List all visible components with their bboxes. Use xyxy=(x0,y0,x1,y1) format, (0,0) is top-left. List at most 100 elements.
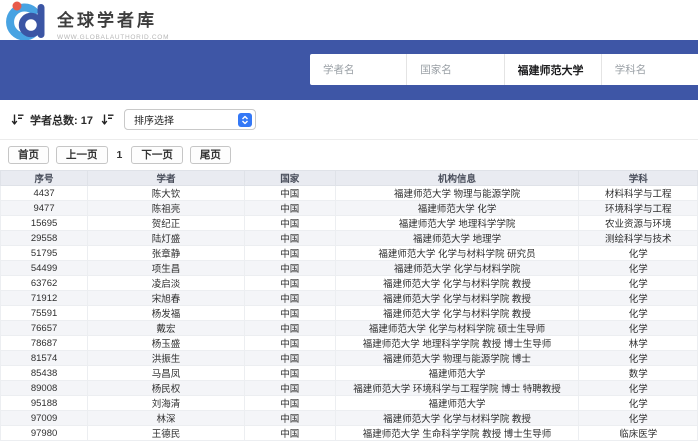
header-id: 序号 xyxy=(1,171,88,186)
cell-country: 中国 xyxy=(244,411,335,426)
cell-scholar: 凌启淡 xyxy=(88,276,245,291)
cell-country: 中国 xyxy=(244,216,335,231)
cell-id: 54499 xyxy=(1,261,88,276)
cell-country: 中国 xyxy=(244,276,335,291)
table-row[interactable]: 54499项生昌中国福建师范大学 化学与材料学院化学 xyxy=(1,261,698,276)
cell-discipline: 材料科学与工程 xyxy=(579,186,698,201)
prev-page-button[interactable]: 上一页 xyxy=(56,146,108,165)
search-bar xyxy=(310,54,698,85)
main-nav-band xyxy=(0,40,698,100)
cell-discipline: 化学 xyxy=(579,411,698,426)
first-page-button[interactable]: 首页 xyxy=(8,146,49,165)
cell-discipline: 临床医学 xyxy=(579,426,698,441)
cell-country: 中国 xyxy=(244,306,335,321)
cell-id: 76657 xyxy=(1,321,88,336)
scholar-name-field-wrap xyxy=(310,54,406,85)
table-row[interactable]: 9477陈祖亮中国福建师范大学 化学环境科学与工程 xyxy=(1,201,698,216)
scholar-table-body: 4437陈大钦中国福建师范大学 物理与能源学院材料科学与工程9477陈祖亮中国福… xyxy=(1,186,698,441)
sort-select-value: 排序选择 xyxy=(134,112,174,127)
cell-scholar: 项生昌 xyxy=(88,261,245,276)
table-row[interactable]: 29558陆灯盛中国福建师范大学 地理学测绘科学与技术 xyxy=(1,231,698,246)
cell-institution: 福建师范大学 物理与能源学院 博士 xyxy=(335,351,579,366)
cell-institution: 福建师范大学 化学与材料学院 教授 xyxy=(335,291,579,306)
table-row[interactable]: 51795张章静中国福建师范大学 化学与材料学院 研究员化学 xyxy=(1,246,698,261)
select-stepper-icon xyxy=(238,113,252,127)
table-row[interactable]: 89008杨民权中国福建师范大学 环境科学与工程学院 博士 特聘教授化学 xyxy=(1,381,698,396)
table-row[interactable]: 76657戴宏中国福建师范大学 化学与材料学院 硕士生导师化学 xyxy=(1,321,698,336)
cell-discipline: 化学 xyxy=(579,321,698,336)
cell-discipline: 化学 xyxy=(579,291,698,306)
next-page-button[interactable]: 下一页 xyxy=(131,146,183,165)
country-name-input[interactable] xyxy=(407,54,503,85)
current-page-number[interactable]: 1 xyxy=(115,149,125,161)
cell-scholar: 杨发福 xyxy=(88,306,245,321)
cell-discipline: 化学 xyxy=(579,351,698,366)
discipline-name-input[interactable] xyxy=(602,54,698,85)
scholar-name-input[interactable] xyxy=(310,54,406,85)
cell-institution: 福建师范大学 生命科学学院 教授 博士生导师 xyxy=(335,426,579,441)
table-row[interactable]: 15695贺纪正中国福建师范大学 地理科学学院农业资源与环境 xyxy=(1,216,698,231)
cell-institution: 福建师范大学 化学与材料学院 教授 xyxy=(335,276,579,291)
cell-scholar: 戴宏 xyxy=(88,321,245,336)
institution-name-input[interactable] xyxy=(505,54,601,85)
cell-id: 95188 xyxy=(1,396,88,411)
table-row[interactable]: 85438马昌凤中国福建师范大学数学 xyxy=(1,366,698,381)
cell-discipline: 化学 xyxy=(579,381,698,396)
cell-discipline: 化学 xyxy=(579,246,698,261)
cell-discipline: 化学 xyxy=(579,261,698,276)
table-row[interactable]: 63762凌启淡中国福建师范大学 化学与材料学院 教授化学 xyxy=(1,276,698,291)
cell-id: 78687 xyxy=(1,336,88,351)
scholar-total-label: 学者总数: 17 xyxy=(30,112,93,128)
cell-id: 75591 xyxy=(1,306,88,321)
cell-discipline: 环境科学与工程 xyxy=(579,201,698,216)
table-row[interactable]: 97009林深中国福建师范大学 化学与材料学院 教授化学 xyxy=(1,411,698,426)
brand-title: 全球学者库 xyxy=(57,6,169,31)
cell-discipline: 化学 xyxy=(579,306,698,321)
cell-id: 15695 xyxy=(1,216,88,231)
cell-scholar: 王德民 xyxy=(88,426,245,441)
cell-institution: 福建师范大学 地理学 xyxy=(335,231,579,246)
cell-country: 中国 xyxy=(244,321,335,336)
table-row[interactable]: 75591杨发福中国福建师范大学 化学与材料学院 教授化学 xyxy=(1,306,698,321)
cell-institution: 福建师范大学 环境科学与工程学院 博士 特聘教授 xyxy=(335,381,579,396)
cell-country: 中国 xyxy=(244,231,335,246)
cell-institution: 福建师范大学 xyxy=(335,396,579,411)
cell-scholar: 陈祖亮 xyxy=(88,201,245,216)
cell-institution: 福建师范大学 化学与材料学院 研究员 xyxy=(335,246,579,261)
header-country: 国家 xyxy=(244,171,335,186)
cell-country: 中国 xyxy=(244,246,335,261)
table-row[interactable]: 78687杨玉盛中国福建师范大学 地理科学学院 教授 博士生导师林学 xyxy=(1,336,698,351)
table-row[interactable]: 81574洪振生中国福建师范大学 物理与能源学院 博士化学 xyxy=(1,351,698,366)
cell-institution: 福建师范大学 化学 xyxy=(335,201,579,216)
country-name-field-wrap xyxy=(406,54,503,85)
header-scholar: 学者 xyxy=(88,171,245,186)
cell-scholar: 陆灯盛 xyxy=(88,231,245,246)
cell-id: 63762 xyxy=(1,276,88,291)
cell-country: 中国 xyxy=(244,186,335,201)
sort-order-select[interactable]: 排序选择 xyxy=(124,109,256,130)
cell-id: 85438 xyxy=(1,366,88,381)
cell-country: 中国 xyxy=(244,396,335,411)
table-row[interactable]: 4437陈大钦中国福建师范大学 物理与能源学院材料科学与工程 xyxy=(1,186,698,201)
cell-scholar: 洪振生 xyxy=(88,351,245,366)
cell-id: 81574 xyxy=(1,351,88,366)
last-page-button[interactable]: 尾页 xyxy=(190,146,231,165)
table-row[interactable]: 95188刘海清中国福建师范大学化学 xyxy=(1,396,698,411)
cell-scholar: 陈大钦 xyxy=(88,186,245,201)
cell-scholar: 林深 xyxy=(88,411,245,426)
table-header-row: 序号 学者 国家 机构信息 学科 xyxy=(1,171,698,186)
brand-text: 全球学者库 WWW.GLOBALAUTHORID.COM xyxy=(57,6,169,41)
cell-scholar: 贺纪正 xyxy=(88,216,245,231)
discipline-name-field-wrap xyxy=(601,54,698,85)
cell-institution: 福建师范大学 化学与材料学院 教授 xyxy=(335,411,579,426)
cell-discipline: 化学 xyxy=(579,276,698,291)
sort-descending-icon xyxy=(101,113,114,126)
cell-institution: 福建师范大学 地理科学学院 xyxy=(335,216,579,231)
cell-scholar: 刘海清 xyxy=(88,396,245,411)
cell-institution: 福建师范大学 化学与材料学院 硕士生导师 xyxy=(335,321,579,336)
cell-country: 中国 xyxy=(244,351,335,366)
cell-country: 中国 xyxy=(244,426,335,441)
table-row[interactable]: 71912宋旭春中国福建师范大学 化学与材料学院 教授化学 xyxy=(1,291,698,306)
cell-id: 4437 xyxy=(1,186,88,201)
table-row[interactable]: 97980王德民中国福建师范大学 生命科学学院 教授 博士生导师临床医学 xyxy=(1,426,698,441)
